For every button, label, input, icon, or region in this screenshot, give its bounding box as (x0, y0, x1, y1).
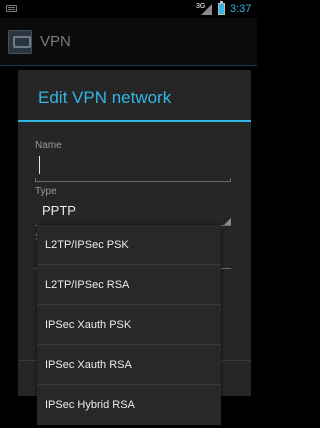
signal-bars-icon (201, 4, 212, 15)
status-bar: 3G 3:37 (0, 0, 257, 18)
screen: 3G 3:37 VPN Edit VPN network Name Type P… (0, 0, 257, 428)
dialog-title-divider (18, 120, 251, 122)
action-bar-title: VPN (40, 33, 71, 50)
dropdown-item-l2tp-psk[interactable]: L2TP/IPSec PSK (37, 225, 221, 265)
type-spinner[interactable]: PPTP (35, 198, 231, 226)
action-bar: VPN (0, 18, 257, 66)
dropdown-item-ipsec-xauth-rsa[interactable]: IPSec Xauth RSA (37, 345, 221, 385)
keyboard-icon (6, 5, 17, 12)
type-spinner-value: PPTP (42, 203, 76, 218)
text-caret (39, 156, 40, 174)
name-input-underline (35, 178, 231, 182)
dropdown-item-label: IPSec Xauth RSA (45, 358, 132, 371)
dropdown-item-label: IPSec Xauth PSK (45, 318, 132, 331)
name-input[interactable] (35, 154, 231, 182)
vpn-settings-icon[interactable] (8, 30, 32, 54)
dropdown-item-label: IPSec Hybrid RSA (45, 399, 135, 411)
type-dropdown-popup: L2TP/IPSec PSK L2TP/IPSec RSA IPSec Xaut… (37, 225, 221, 425)
dropdown-item-l2tp-rsa[interactable]: L2TP/IPSec RSA (37, 265, 221, 305)
dropdown-item-ipsec-xauth-psk[interactable]: IPSec Xauth PSK (37, 305, 221, 345)
dropdown-item-label: L2TP/IPSec PSK (45, 238, 129, 251)
battery-icon (218, 1, 225, 15)
dropdown-item-ipsec-hybrid-rsa[interactable]: IPSec Hybrid RSA (37, 385, 221, 425)
spinner-dropdown-icon (224, 218, 231, 225)
signal-icon: 3G (196, 3, 214, 15)
dropdown-item-label: L2TP/IPSec RSA (45, 278, 130, 291)
dialog-title: Edit VPN network (38, 88, 172, 107)
name-label: Name (35, 140, 62, 151)
status-clock: 3:37 (230, 3, 252, 15)
type-label: Type (35, 186, 57, 197)
